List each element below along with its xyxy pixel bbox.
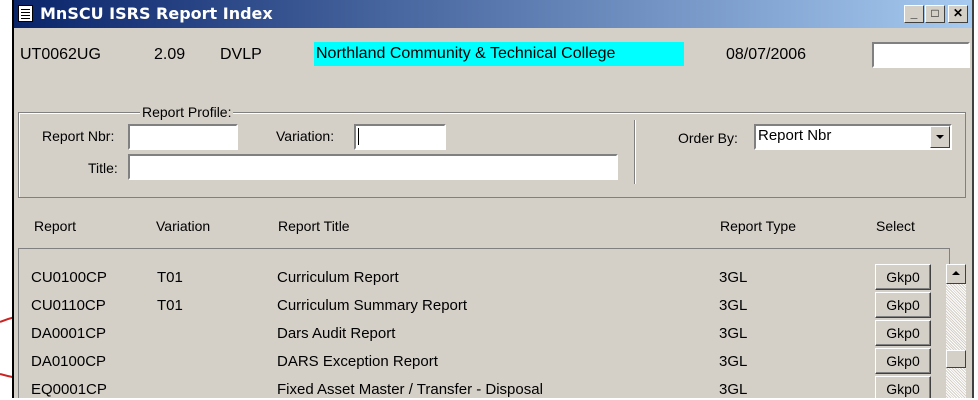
table-row: CU0110CP T01 Curriculum Summary Report 3… [19, 291, 931, 319]
select-button[interactable]: Gkp0 [875, 376, 931, 398]
college-name: Northland Community & Technical College [314, 42, 684, 66]
report-type: 3GL [719, 381, 748, 398]
report-nbr-input[interactable] [128, 124, 238, 150]
column-header-variation: Variation [156, 218, 211, 234]
report-code: CU0100CP [31, 269, 107, 286]
minimize-button[interactable]: _ [904, 5, 924, 23]
report-code: CU0110CP [31, 297, 106, 314]
report-id: UT0062UG [20, 46, 101, 63]
window-title: MnSCU ISRS Report Index [40, 4, 273, 23]
column-header-report: Report [34, 218, 77, 234]
report-variation: T01 [157, 297, 183, 314]
order-by-select[interactable]: Report Nbr [754, 124, 952, 150]
report-code: DA0100CP [31, 353, 107, 370]
chevron-down-icon[interactable] [930, 126, 950, 148]
report-title: Dars Audit Report [277, 325, 396, 342]
variation-input[interactable] [354, 124, 446, 150]
version: 2.09 [154, 46, 186, 63]
select-button[interactable]: Gkp0 [875, 292, 931, 318]
report-nbr-label: Report Nbr: [42, 128, 115, 144]
environment: DVLP [220, 46, 262, 63]
report-code: EQ0001CP [31, 381, 107, 398]
report-variation: T01 [157, 269, 183, 286]
title-input[interactable] [128, 154, 618, 180]
table-row: EQ0001CP Fixed Asset Master / Transfer -… [19, 375, 931, 398]
title-bar[interactable]: MnSCU ISRS Report Index _ □ ✕ [14, 0, 972, 28]
close-button[interactable]: ✕ [948, 5, 968, 23]
report-type: 3GL [719, 297, 748, 314]
report-date: 08/07/2006 [726, 46, 807, 63]
table-row: CU0100CP T01 Curriculum Report 3GL Gkp0 [19, 263, 931, 291]
scrollbar-thumb[interactable] [946, 350, 966, 368]
header-input[interactable] [872, 42, 970, 68]
report-type: 3GL [719, 353, 748, 370]
table-row: DA0001CP Dars Audit Report 3GL Gkp0 [19, 319, 931, 347]
report-list: CU0100CP T01 Curriculum Report 3GL Gkp0 … [18, 248, 950, 398]
document-icon [18, 5, 33, 22]
report-title: Curriculum Report [277, 269, 399, 286]
column-header-select: Select [876, 218, 915, 234]
order-by-label: Order By: [678, 130, 738, 146]
select-button[interactable]: Gkp0 [875, 264, 931, 290]
title-label: Title: [88, 160, 118, 176]
select-button[interactable]: Gkp0 [875, 348, 931, 374]
text-cursor [358, 128, 359, 145]
report-type: 3GL [719, 269, 748, 286]
report-title: Curriculum Summary Report [277, 297, 468, 314]
scroll-up-button[interactable] [946, 264, 966, 284]
report-title: Fixed Asset Master / Transfer - Disposal [277, 381, 543, 398]
report-type: 3GL [719, 325, 748, 342]
table-row: DA0100CP DARS Exception Report 3GL Gkp0 [19, 347, 931, 375]
vertical-scrollbar[interactable] [946, 264, 966, 398]
profile-divider [634, 120, 636, 184]
report-title: DARS Exception Report [277, 353, 438, 370]
report-profile-legend: Report Profile: [140, 104, 234, 120]
variation-label: Variation: [276, 128, 335, 144]
column-header-report-type: Report Type [720, 218, 797, 234]
order-by-value: Report Nbr [758, 127, 832, 144]
select-button[interactable]: Gkp0 [875, 320, 931, 346]
report-index-window: MnSCU ISRS Report Index _ □ ✕ UT0062UG 2… [12, 0, 974, 398]
report-code: DA0001CP [31, 325, 107, 342]
maximize-button[interactable]: □ [925, 5, 945, 23]
column-header-report-title: Report Title [278, 218, 350, 234]
